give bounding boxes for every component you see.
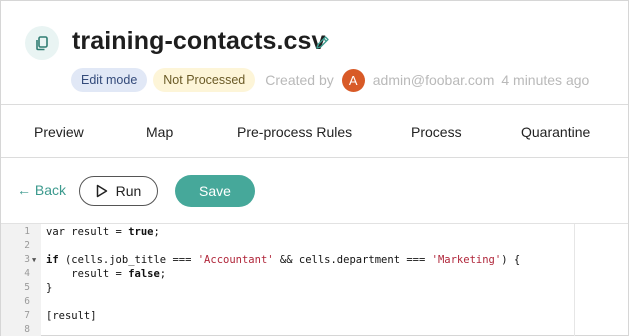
created-by-label: Created by [265, 72, 334, 88]
avatar: A [341, 68, 365, 92]
code-line: 6 [1, 295, 574, 309]
line-number: 1 [24, 226, 30, 237]
code-line: 8 [1, 323, 574, 336]
code-line: 5 } [1, 281, 574, 295]
mode-badge: Edit mode [71, 68, 148, 92]
code-text: result = false; [46, 268, 167, 280]
code-line: 2 [1, 239, 574, 253]
code-text: [result] [46, 310, 97, 322]
code-line: 1 var result = true; [1, 225, 574, 239]
code-text: var result = true; [46, 226, 160, 238]
line-number: 3 [24, 254, 30, 265]
run-label: Run [115, 183, 142, 199]
fold-arrow-icon[interactable]: ▼ [32, 253, 36, 267]
file-header: training-contacts.csv Edit mode Not Proc… [1, 1, 628, 105]
save-button[interactable]: Save [175, 175, 255, 207]
code-line: 3 ▼ if (cells.job_title === 'Accountant'… [1, 253, 574, 267]
copy-file-icon [25, 26, 59, 60]
tab-process[interactable]: Process [411, 106, 462, 158]
line-number: 6 [24, 296, 30, 307]
code-text: if (cells.job_title === 'Accountant' && … [46, 254, 521, 266]
code-editor[interactable]: 1 var result = true; 2 3 ▼ if (cells.job… [1, 223, 628, 336]
code-line: 7 [result] [1, 309, 574, 323]
code-text: } [46, 282, 53, 294]
back-link[interactable]: ← Back [17, 182, 66, 198]
tab-quarantine[interactable]: Quarantine [521, 106, 590, 158]
tab-bar: Preview Map Pre-process Rules Process Qu… [1, 106, 628, 158]
creator-email: admin@foobar.com [372, 72, 495, 88]
tab-preview[interactable]: Preview [34, 106, 84, 158]
line-number: 2 [24, 240, 30, 251]
file-meta: Edit mode Not Processed Created by A adm… [71, 67, 589, 93]
line-number: 4 [24, 268, 30, 279]
editor-toolbar: ← Back Run Save [1, 159, 628, 223]
code-line: 4 result = false; [1, 267, 574, 281]
line-number: 5 [24, 282, 30, 293]
created-timestamp: 4 minutes ago [501, 72, 590, 88]
line-number: 7 [24, 310, 30, 321]
status-badge: Not Processed [153, 68, 256, 92]
play-icon [96, 184, 107, 198]
run-button[interactable]: Run [79, 176, 158, 206]
tab-pre-process-rules[interactable]: Pre-process Rules [237, 106, 352, 158]
page-title: training-contacts.csv [72, 27, 326, 55]
app-frame: training-contacts.csv Edit mode Not Proc… [0, 0, 629, 336]
line-number: 8 [24, 324, 30, 335]
edit-title-pencil-icon[interactable] [314, 35, 330, 51]
editor-right-edge [574, 224, 575, 336]
tab-map[interactable]: Map [146, 106, 173, 158]
